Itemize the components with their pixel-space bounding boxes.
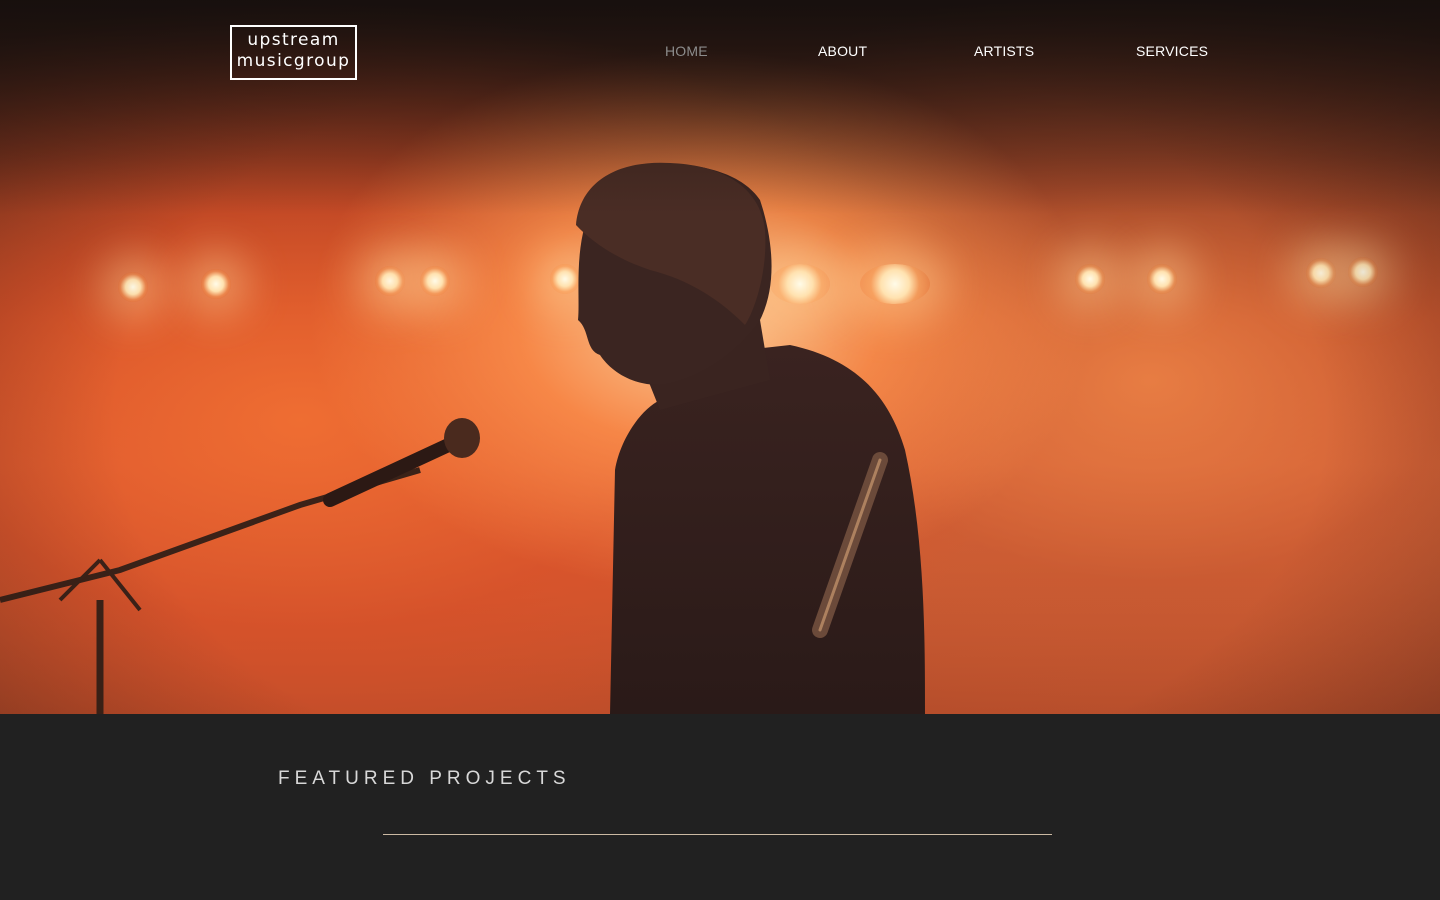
logo-line-2: musicgroup [236, 51, 351, 71]
hero-vignette [0, 0, 1440, 714]
logo-line-1: upstream [247, 30, 340, 50]
nav-services[interactable]: SERVICES [1136, 43, 1208, 59]
site-header: upstream musicgroup HOME ABOUT ARTISTS S… [0, 0, 1440, 100]
featured-projects-heading: FEATURED PROJECTS [278, 768, 571, 789]
hero-banner [0, 0, 1440, 714]
nav-home[interactable]: HOME [665, 43, 708, 59]
section-divider [383, 834, 1052, 835]
nav-about[interactable]: ABOUT [818, 43, 867, 59]
site-logo[interactable]: upstream musicgroup [230, 25, 357, 80]
nav-artists[interactable]: ARTISTS [974, 43, 1034, 59]
